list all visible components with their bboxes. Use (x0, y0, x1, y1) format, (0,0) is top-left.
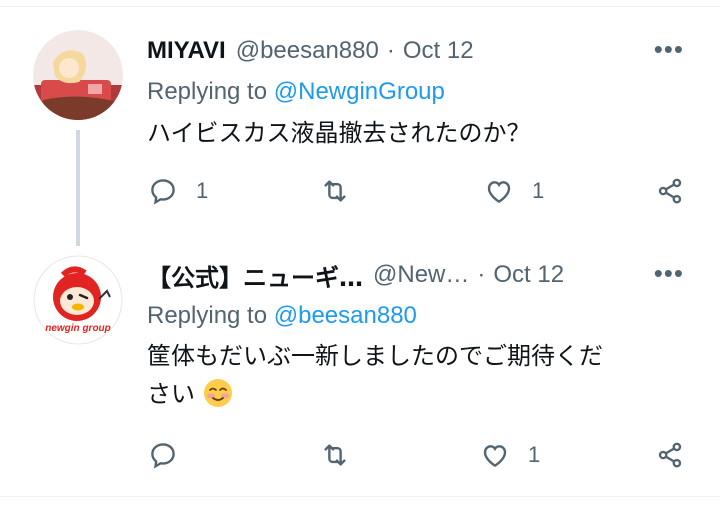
like-button[interactable]: 1 (484, 176, 544, 206)
share-icon (658, 178, 682, 204)
user-handle[interactable]: @beesan880 (236, 37, 379, 65)
replying-prefix: Replying to (147, 302, 268, 329)
avatar-image (33, 30, 123, 120)
share-button[interactable] (655, 440, 685, 470)
tweet-date[interactable]: Oct 12 (493, 261, 564, 289)
display-name[interactable]: MIYAVI (147, 37, 226, 65)
separator-dot: · (386, 37, 395, 64)
smiling-face-emoji (203, 379, 232, 407)
tweet-newgin[interactable]: newgin group 【公式】ニューギ… @New… · Oct 12 ••… (0, 245, 720, 495)
retweet-icon (324, 444, 346, 466)
tweet-miyavi[interactable]: MIYAVI @beesan880 · Oct 12 ••• Replying … (0, 0, 720, 246)
share-button[interactable] (655, 176, 685, 206)
tweet-text-line-2-text: さい (147, 380, 195, 408)
avatar[interactable]: newgin group (33, 255, 123, 345)
user-handle[interactable]: @New… (373, 261, 469, 289)
reply-button[interactable]: 1 (148, 176, 208, 206)
tweet-header: 【公式】ニューギ… @New… · Oct 12 (147, 258, 564, 292)
tweet-text-line-1: 筐体もだいぶ一新しましたのでご期待くだ (147, 342, 603, 370)
logo-text: newgin group (45, 323, 111, 334)
replying-to: Replying to @beesan880 (147, 302, 417, 330)
like-icon (483, 445, 507, 468)
newgin-logo-avatar: newgin group (33, 255, 123, 345)
separator-dot: · (477, 261, 486, 288)
retweet-button[interactable] (318, 176, 370, 206)
replying-to: Replying to @NewginGroup (147, 78, 445, 106)
bottom-divider (0, 496, 720, 497)
like-button[interactable]: 1 (480, 440, 540, 470)
mention-link[interactable]: @NewginGroup (274, 78, 445, 105)
retweet-icon (324, 180, 346, 202)
like-count: 1 (528, 442, 541, 467)
avatar[interactable] (33, 30, 123, 120)
action-bar: 1 1 (0, 176, 720, 212)
more-icon[interactable]: ••• (654, 258, 684, 289)
action-bar: 1 (0, 440, 720, 476)
reply-icon (151, 179, 175, 205)
retweet-button[interactable] (318, 440, 370, 470)
tweet-header: MIYAVI @beesan880 · Oct 12 (147, 34, 474, 68)
share-icon (658, 442, 682, 468)
tweet-text: 筐体もだいぶ一新しましたのでご期待くだ さい (147, 337, 707, 413)
more-icon[interactable]: ••• (654, 34, 684, 65)
reply-count: 1 (196, 178, 209, 203)
reply-icon (151, 443, 175, 469)
tweet-text: ハイビスカス液晶撤去されたのか？ (147, 119, 531, 147)
like-icon (487, 181, 511, 204)
replying-prefix: Replying to (147, 78, 268, 105)
like-count: 1 (532, 178, 545, 203)
mention-link[interactable]: @beesan880 (274, 302, 417, 329)
tweet-date[interactable]: Oct 12 (403, 37, 474, 65)
display-name[interactable]: 【公式】ニューギ… (147, 258, 363, 293)
tweet-text-line-2: さい (147, 375, 707, 413)
reply-button[interactable] (148, 440, 196, 470)
